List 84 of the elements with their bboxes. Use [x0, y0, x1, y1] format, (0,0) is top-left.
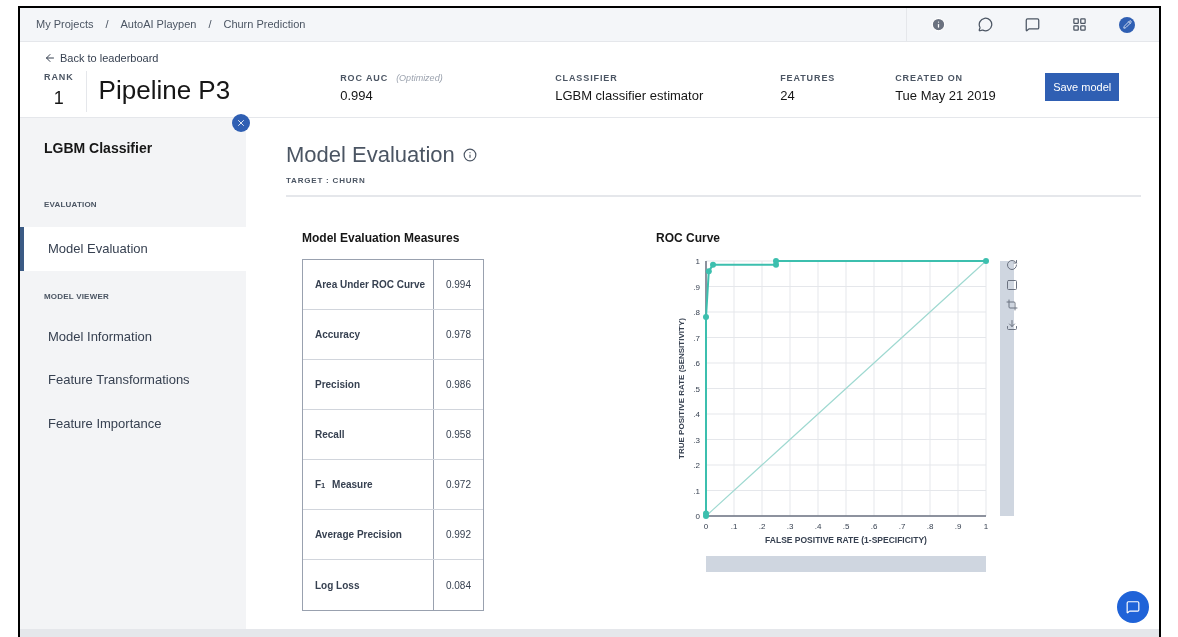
reset-icon[interactable]: [1006, 259, 1018, 271]
pipeline-title: Pipeline P3: [97, 73, 231, 107]
target-label: TARGET : CHURN: [286, 175, 1141, 197]
tick-label: .3: [693, 435, 700, 445]
chat-icon: [1126, 600, 1140, 614]
chart-title: ROC Curve: [656, 230, 721, 247]
sidebar-item[interactable]: Feature Transformations: [20, 362, 246, 398]
tick-label: .9: [693, 282, 700, 292]
arrow-left-icon: [44, 52, 56, 65]
edit-icon[interactable]: [1119, 16, 1135, 33]
tick-label: .2: [758, 522, 766, 531]
breadcrumb-link[interactable]: My Projects: [36, 16, 94, 33]
save-button[interactable]: Save model: [1045, 72, 1120, 101]
stat-label: CREATED ON: [895, 72, 963, 85]
measure-value: 0.994: [444, 278, 472, 292]
breadcrumb-separator: /: [105, 17, 109, 33]
measure-name: F$_{1}$ Measure: [303, 460, 434, 509]
tick-label: .7: [693, 333, 700, 343]
x-range-slider[interactable]: [706, 556, 986, 572]
measure-value: 0.084: [444, 578, 472, 593]
measure-value: 0.978: [444, 328, 472, 342]
tick-label: 0: [703, 522, 709, 531]
tick-label: .8: [926, 522, 934, 531]
tick-label: .3: [786, 522, 794, 531]
measure-name: Area Under ROC Curve: [303, 260, 434, 309]
stat-label: CLASSIFIER: [555, 72, 618, 85]
breadcrumb-link[interactable]: Churn Prediction: [223, 16, 306, 33]
tick-label: .5: [842, 522, 850, 531]
axis-title: FALSE POSITIVE RATE (1-SPECIFICITY): [765, 535, 927, 545]
tick-label: .1: [730, 522, 738, 531]
rank-label: RANK: [44, 71, 74, 84]
tick-label: .8: [693, 308, 700, 317]
page-title: Model Evaluation: [286, 141, 455, 169]
comment-icon[interactable]: [1025, 17, 1040, 32]
tick-label: .1: [693, 486, 700, 496]
axis-title: TRUE POSITIVE RATE (SENSITIVITY): [677, 318, 686, 459]
tick-label: .4: [693, 410, 700, 419]
rank-value: 1: [53, 86, 64, 110]
measure-name: Recall: [303, 410, 434, 459]
measure-value: 0.958: [444, 428, 472, 442]
measure-value: 0.992: [444, 528, 472, 542]
tick-label: .9: [954, 522, 962, 531]
stat-value: 24: [780, 86, 796, 105]
breadcrumb-separator: /: [208, 17, 212, 33]
measure-name: Log Loss: [303, 560, 434, 610]
tick-label: 1: [983, 522, 989, 531]
sidebar-item[interactable]: Feature Importance: [20, 405, 246, 441]
measure-name: Average Precision: [303, 510, 434, 559]
section-title: Model Evaluation Measures: [302, 230, 461, 247]
stat-value: Tue May 21 2019: [895, 86, 997, 105]
stat-label: FEATURES: [780, 72, 836, 85]
tick-label: .7: [898, 522, 906, 531]
info-icon[interactable]: [462, 147, 477, 162]
section-heading: MODEL VIEWER: [43, 290, 110, 303]
stat-note: (Optimized): [396, 72, 443, 85]
measure-value: 0.972: [444, 478, 472, 492]
breadcrumb-link[interactable]: AutoAI Playpen: [120, 16, 197, 33]
sidebar-item[interactable]: Model Evaluation: [20, 227, 246, 271]
tick-label: .4: [814, 522, 822, 531]
tick-label: .5: [693, 384, 700, 394]
square-icon[interactable]: [1006, 279, 1018, 291]
sidebar-item[interactable]: Model Information: [20, 318, 246, 354]
y-range-slider[interactable]: [1000, 261, 1014, 516]
close-button[interactable]: [232, 114, 250, 132]
tick-label: .2: [693, 461, 700, 470]
chat-icon[interactable]: [978, 17, 993, 32]
measure-name: Precision: [303, 360, 434, 409]
chat-button[interactable]: [1117, 591, 1149, 623]
tick-label: 1: [695, 257, 700, 266]
back-link[interactable]: Back to leaderboard: [44, 50, 231, 67]
tick-label: .6: [693, 359, 700, 368]
download-icon[interactable]: [1006, 319, 1018, 331]
grid-icon[interactable]: [1072, 17, 1087, 32]
sidebar-title: LGBM Classifier: [43, 139, 154, 158]
crop-icon[interactable]: [1006, 299, 1018, 311]
tick-label: .6: [870, 522, 878, 531]
section-heading: EVALUATION: [43, 199, 98, 211]
tick-label: 0: [695, 512, 700, 521]
measure-value: 0.986: [444, 378, 472, 392]
stat-value: LGBM classifier estimator: [555, 86, 705, 105]
close-icon: [236, 118, 246, 128]
stat-label: ROC AUC: [340, 72, 389, 85]
measure-name: Accuracy: [303, 310, 434, 359]
stat-value: 0.994: [340, 86, 374, 105]
